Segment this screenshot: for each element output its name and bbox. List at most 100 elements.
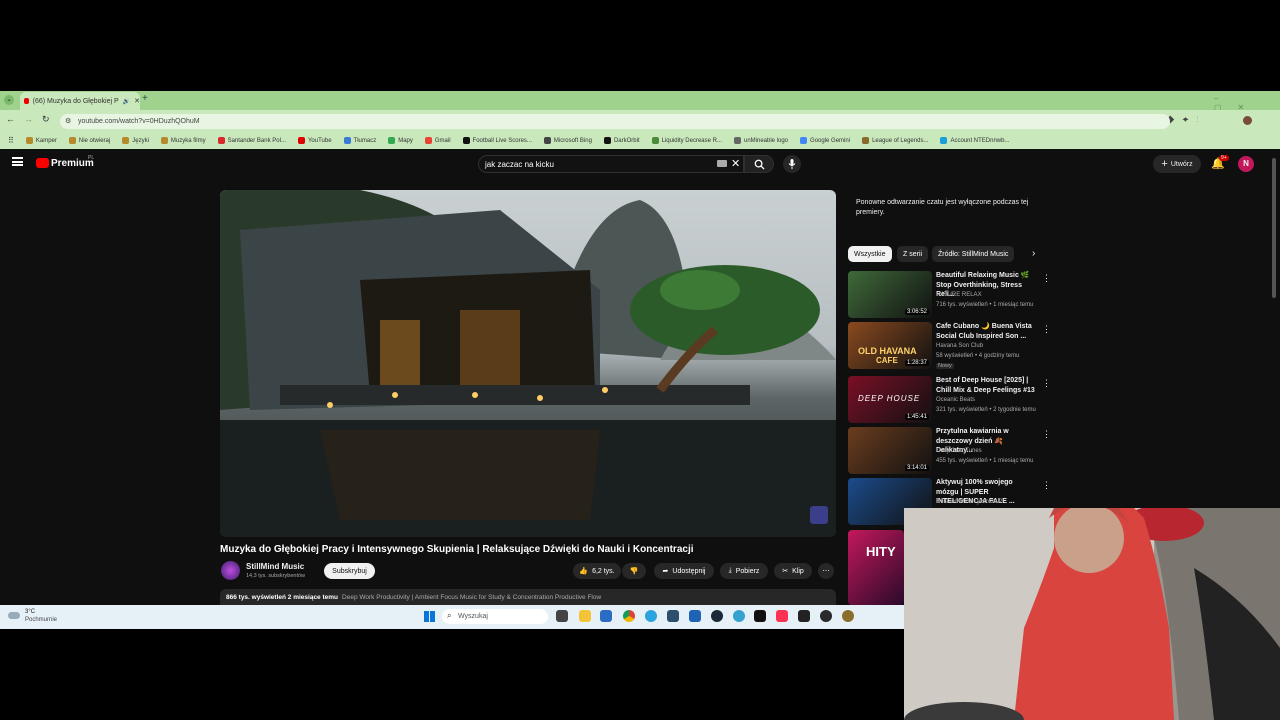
- bookmark-item[interactable]: Football Live Scores...: [462, 137, 532, 144]
- search-input[interactable]: jak zaczac na kicku ✕: [478, 155, 744, 173]
- chip-all[interactable]: Wszystkie: [848, 246, 892, 262]
- app-icon-4[interactable]: [842, 610, 854, 622]
- video-thumbnail[interactable]: DEEP HOUSE 1:45:41: [848, 376, 932, 423]
- taskbar-search-input[interactable]: ⌕ Wyszukaj: [442, 609, 548, 624]
- menu-icon[interactable]: [12, 157, 23, 166]
- bookmark-item[interactable]: Mapy: [388, 137, 413, 144]
- chip-channel-source[interactable]: Źródło: StillMind Music: [932, 246, 1015, 262]
- bookmark-item[interactable]: Tłumacz: [343, 137, 376, 144]
- new-tab-plus-icon[interactable]: +: [142, 93, 148, 104]
- app-icon-1[interactable]: [667, 610, 679, 622]
- thumbs-up-icon: 👍: [579, 568, 589, 575]
- app-icon-2[interactable]: [689, 610, 701, 622]
- profile-avatar[interactable]: [1243, 116, 1252, 125]
- bookmark-item[interactable]: Gmail: [424, 137, 451, 144]
- video-player[interactable]: [220, 190, 836, 537]
- video-thumbnail[interactable]: OLD HAVANA CAFE 1:28:37: [848, 322, 932, 369]
- video-duration: 3:14:01: [904, 465, 929, 471]
- recommended-video-title[interactable]: Cafe Cubano 🌙 Buena Vista Social Club In…: [936, 322, 1036, 341]
- clear-search-icon[interactable]: ✕: [731, 157, 740, 170]
- recommended-video[interactable]: OLD HAVANA CAFE 1:28:37 Cafe Cubano 🌙 Buena…: [848, 322, 1051, 370]
- tab-close-icon[interactable]: ✕: [134, 97, 140, 105]
- bookmark-icon: [800, 137, 808, 144]
- chrome-icon[interactable]: [623, 610, 635, 622]
- site-info-icon[interactable]: ⚙: [65, 117, 71, 125]
- reload-icon[interactable]: ↻: [42, 114, 50, 125]
- like-button[interactable]: 👍 6,2 tys.: [573, 563, 621, 579]
- bookmark-item[interactable]: Santander Bank Pol...: [217, 137, 286, 144]
- bookmark-item[interactable]: unMineable logo: [733, 137, 788, 144]
- bookmark-item[interactable]: Account NTEDnnwb...: [940, 137, 1009, 144]
- video-thumbnail[interactable]: 3:06:52: [848, 271, 932, 318]
- bookmark-item[interactable]: Języki: [122, 137, 149, 144]
- bookmark-label: Nie otwieraj: [78, 137, 111, 144]
- tidal-icon[interactable]: [754, 610, 766, 622]
- bookmark-item[interactable]: Nie otwieraj: [68, 137, 111, 144]
- dislike-button[interactable]: 👎: [622, 563, 646, 579]
- channel-avatar[interactable]: [221, 561, 240, 580]
- voice-search-button[interactable]: [783, 155, 801, 173]
- keyboard-icon[interactable]: [717, 160, 727, 167]
- youtube-logo-icon[interactable]: [36, 158, 49, 168]
- account-avatar[interactable]: N: [1238, 156, 1254, 172]
- bookmark-item[interactable]: Microsoft Bing: [543, 137, 592, 144]
- channel-watermark-icon[interactable]: [810, 506, 828, 524]
- search-button[interactable]: [744, 155, 774, 173]
- file-explorer-icon[interactable]: [579, 610, 591, 622]
- bookmark-icon: [424, 137, 432, 144]
- chip-series[interactable]: Z serii: [897, 246, 929, 262]
- windows-start-icon[interactable]: [424, 611, 435, 622]
- more-actions-button[interactable]: ⋯: [818, 563, 834, 579]
- bookmark-item[interactable]: Google Gemini: [800, 137, 850, 144]
- thumbnail-text: CAFE: [876, 356, 898, 365]
- more-vertical-icon[interactable]: ⋮: [1042, 480, 1051, 491]
- bookmark-item[interactable]: DarkOrbit: [603, 137, 640, 144]
- tab-list-chevron-icon[interactable]: ⌄: [4, 95, 14, 105]
- bookmark-item[interactable]: Liquidity Decrease R...: [651, 137, 722, 144]
- more-vertical-icon[interactable]: ⋮: [1042, 324, 1051, 335]
- clip-button[interactable]: ✂ Klip: [774, 563, 812, 579]
- bookmark-item[interactable]: League of Legends...: [862, 137, 928, 144]
- microsoft-store-icon[interactable]: [600, 610, 612, 622]
- speaker-icon[interactable]: 🔊: [123, 98, 130, 105]
- like-count: 6,2 tys.: [592, 567, 615, 575]
- page-scrollbar[interactable]: [1272, 158, 1276, 298]
- chat-replay-notice: Ponowne odtwarzanie czatu jest wyłączone…: [856, 199, 1029, 216]
- description-box[interactable]: 866 tys. wyświetleń 2 miesiące temu Deep…: [220, 589, 836, 605]
- bookmark-item[interactable]: Muzyka filmy: [160, 137, 206, 144]
- more-vertical-icon[interactable]: ⋮: [1042, 273, 1051, 284]
- subscribe-button[interactable]: Subskrybuj: [324, 563, 375, 579]
- apps-grid-icon[interactable]: ⠿: [8, 136, 14, 145]
- music-icon[interactable]: [776, 610, 788, 622]
- bookmark-item[interactable]: YouTube: [297, 137, 332, 144]
- video-thumbnail[interactable]: 3:14:01: [848, 427, 932, 474]
- create-button[interactable]: + Utwórz: [1153, 155, 1201, 173]
- steam-icon[interactable]: [711, 610, 723, 622]
- obs-icon[interactable]: [820, 610, 832, 622]
- recommended-video-title[interactable]: Best of Deep House [2025] | Chill Mix & …: [936, 376, 1036, 395]
- recommended-channel: NATURE RELAX: [936, 292, 982, 298]
- telegram-icon[interactable]: [645, 610, 657, 622]
- share-button[interactable]: ➦ Udostępnij: [654, 563, 714, 579]
- task-view-icon[interactable]: [556, 610, 568, 622]
- edge-icon[interactable]: [733, 610, 745, 622]
- video-thumbnail[interactable]: HITY: [848, 530, 904, 605]
- address-bar[interactable]: ⚙ youtube.com/watch?v=0HDuzhQOhuM: [60, 114, 1170, 129]
- more-vertical-icon[interactable]: ⋮: [1042, 378, 1051, 389]
- active-tab[interactable]: (66) Muzyka do Głębokiej P 🔊 ✕: [20, 92, 140, 110]
- thumbs-down-icon: 👎: [629, 568, 639, 575]
- more-vertical-icon[interactable]: ⋮: [1042, 429, 1051, 440]
- recommended-video[interactable]: DEEP HOUSE 1:45:41 Best of Deep House [202…: [848, 376, 1051, 424]
- back-icon[interactable]: ←: [6, 114, 15, 124]
- bookmark-item[interactable]: Kamper: [25, 137, 57, 144]
- video-duration: 1:45:41: [904, 414, 929, 420]
- channel-name[interactable]: StillMind Music: [246, 562, 304, 571]
- create-label: Utwórz: [1170, 160, 1193, 168]
- forward-icon[interactable]: →: [24, 114, 33, 124]
- download-button[interactable]: ⤓ Pobierz: [720, 563, 768, 579]
- microphone-icon: [788, 159, 796, 169]
- chips-next-chevron-icon[interactable]: ›: [1032, 248, 1035, 259]
- recommended-video[interactable]: 3:14:01 Przytulna kawiarnia w deszczowy d…: [848, 427, 1051, 475]
- app-icon-3[interactable]: [798, 610, 810, 622]
- recommended-video[interactable]: 3:06:52 Beautiful Relaxing Music 🌿 Stop O…: [848, 271, 1051, 319]
